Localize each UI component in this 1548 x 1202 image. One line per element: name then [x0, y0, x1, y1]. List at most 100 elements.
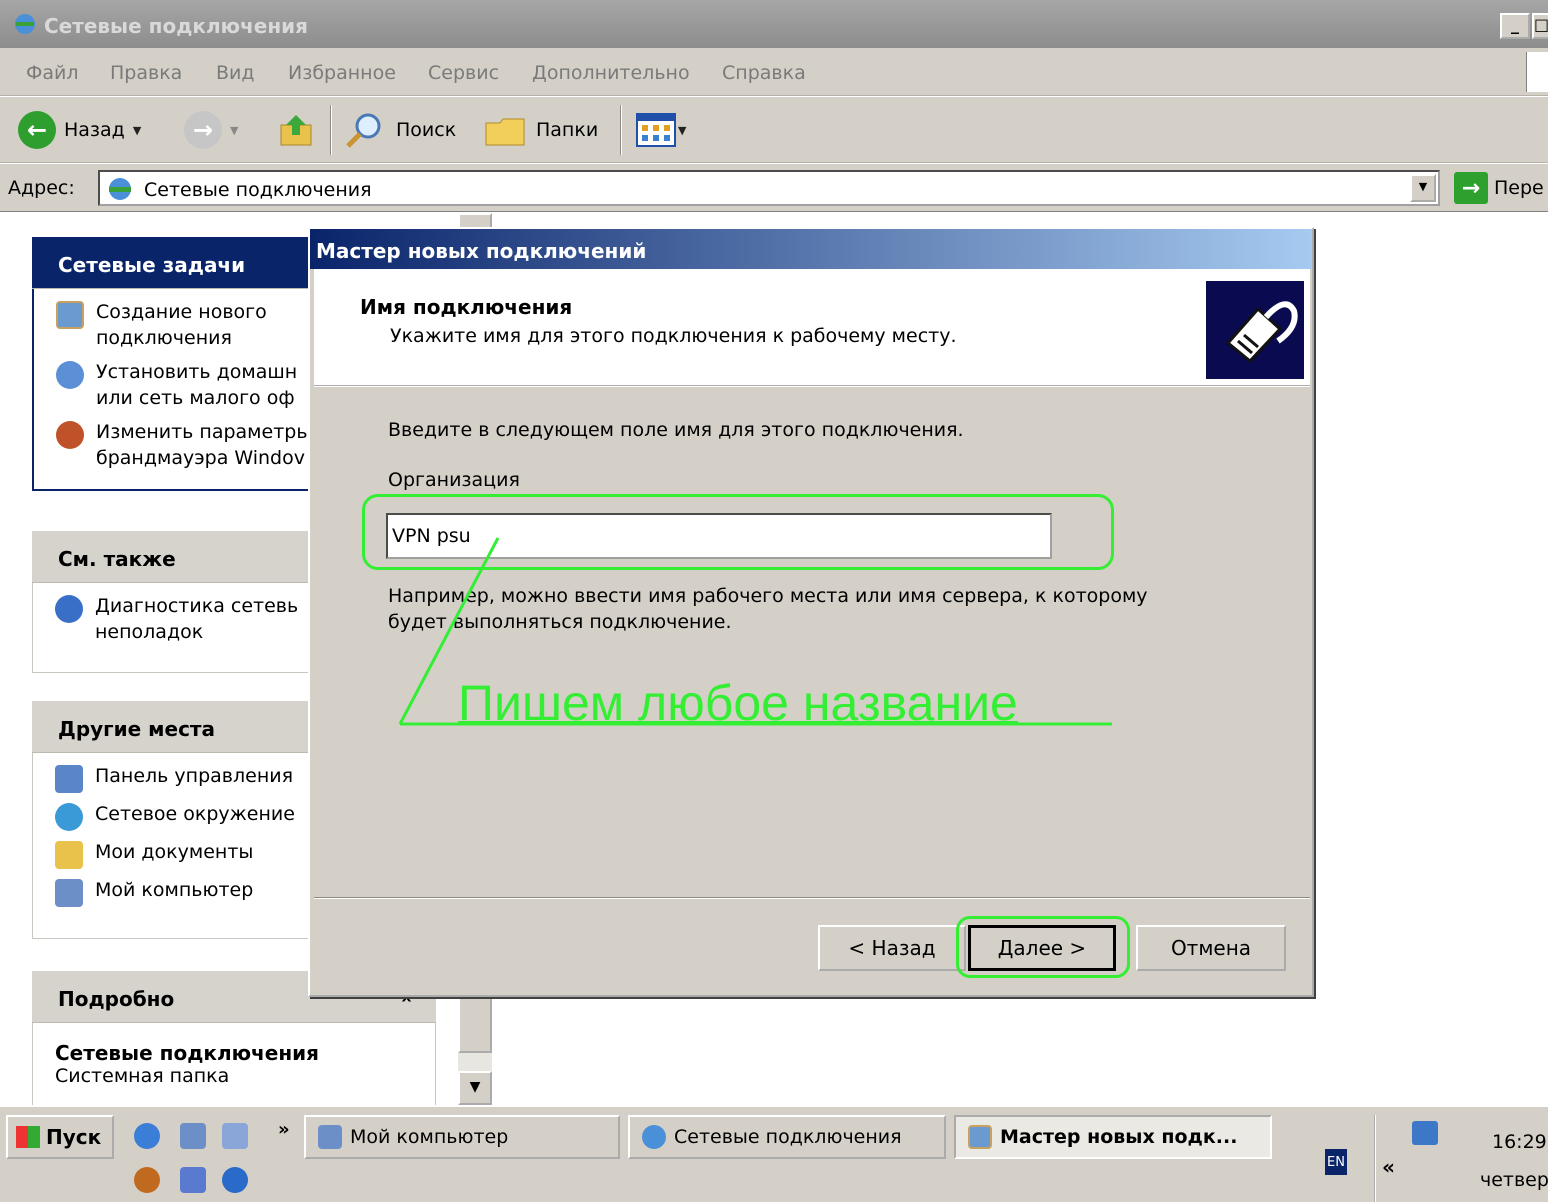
task-label: Создание нового подключения — [96, 301, 267, 349]
address-field[interactable]: Сетевые подключения ▼ — [98, 170, 1440, 206]
up-folder-icon — [280, 115, 312, 146]
back-button[interactable]: < Назад — [818, 925, 966, 971]
details-name: Сетевые подключения — [55, 1041, 320, 1065]
network-plug-icon — [1206, 281, 1304, 379]
task-label: Сетевые подключения — [674, 1126, 902, 1148]
search-button[interactable]: Поиск — [344, 111, 456, 149]
start-label: Пуск — [46, 1125, 102, 1149]
wizard-icon — [968, 1125, 992, 1149]
new-connection-icon — [56, 301, 84, 329]
network-connections-icon — [642, 1125, 666, 1149]
views-button[interactable]: ▼ — [636, 111, 686, 149]
task-connection-wizard[interactable]: Мастер новых подк... — [954, 1115, 1272, 1159]
info-icon — [55, 595, 83, 623]
menu-file[interactable]: Файл — [26, 62, 79, 84]
back-label: Назад — [64, 119, 125, 141]
maximize-button[interactable]: □ — [1532, 13, 1548, 39]
task-network-connections[interactable]: Сетевые подключения — [628, 1115, 946, 1159]
clock-day: четвер — [1480, 1169, 1548, 1191]
window-title: Сетевые подключения — [44, 14, 309, 38]
wizard-header-subtitle: Укажите имя для этого подключения к рабо… — [390, 325, 957, 347]
window-titlebar: Сетевые подключения _ □ — [0, 0, 1548, 48]
my-documents-icon — [55, 841, 83, 869]
toolbar: ← Назад ▼ → ▼ Поиск Папки ▼ — [0, 97, 1548, 163]
place-label: Панель управления — [95, 765, 294, 787]
wizard-header-title: Имя подключения — [360, 295, 573, 319]
up-folder-button[interactable] — [278, 111, 316, 149]
wizard-title: Мастер новых подключений — [316, 239, 647, 263]
toolbar-separator — [620, 105, 622, 155]
search-icon — [346, 113, 381, 148]
quicklaunch-more-icon[interactable]: » — [278, 1119, 290, 1140]
menu-advanced[interactable]: Дополнительно — [532, 62, 690, 84]
toolbar-separator — [330, 105, 332, 155]
menu-bar: Файл Правка Вид Избранное Сервис Дополни… — [0, 48, 1548, 96]
forward-dropdown-icon[interactable]: ▼ — [230, 124, 238, 137]
my-computer-icon — [318, 1125, 342, 1149]
folders-button[interactable]: Папки — [484, 111, 598, 149]
internet-explorer-icon[interactable] — [134, 1123, 160, 1149]
scroll-down-icon[interactable]: ▼ — [458, 1071, 492, 1105]
new-connection-wizard: Мастер новых подключений Имя подключения… — [308, 227, 1314, 997]
wizard-separator — [314, 897, 1310, 899]
network-status-icon[interactable] — [1412, 1121, 1438, 1145]
address-value: Сетевые подключения — [144, 179, 372, 201]
network-connections-icon — [109, 178, 131, 200]
views-dropdown-icon[interactable]: ▼ — [678, 124, 686, 137]
menu-tools[interactable]: Сервис — [428, 62, 499, 84]
place-label: Мой компьютер — [95, 879, 254, 901]
menu-view[interactable]: Вид — [216, 62, 255, 84]
back-button[interactable]: ← Назад ▼ — [18, 111, 141, 149]
details-type: Системная папка — [55, 1065, 230, 1087]
menu-help[interactable]: Справка — [722, 62, 806, 84]
wizard-titlebar: Мастер новых подключений — [310, 229, 1312, 269]
task-label: Мастер новых подк... — [1000, 1126, 1238, 1148]
connection-name-input[interactable] — [386, 513, 1052, 559]
go-button[interactable]: → Пере — [1454, 172, 1544, 204]
address-dropdown-icon[interactable]: ▼ — [1410, 174, 1436, 202]
forward-button[interactable]: → ▼ — [184, 111, 238, 149]
next-button[interactable]: Далее > — [968, 925, 1116, 971]
place-label: Сетевое окружение — [95, 803, 295, 825]
start-button[interactable]: Пуск — [6, 1115, 114, 1159]
media-player-icon[interactable] — [222, 1167, 248, 1193]
tray-expand-icon[interactable]: « — [1382, 1155, 1395, 1179]
my-computer-icon[interactable] — [180, 1123, 206, 1149]
views-icon — [636, 113, 676, 147]
windows-logo-area — [1526, 52, 1548, 92]
network-connections-icon — [15, 14, 35, 34]
go-label: Пере — [1494, 177, 1544, 199]
forward-arrow-icon: → — [184, 111, 222, 149]
notepad-icon[interactable] — [180, 1167, 206, 1193]
address-label: Адрес: — [8, 177, 75, 199]
cancel-button[interactable]: Отмена — [1136, 925, 1286, 971]
connection-name-label: Организация — [388, 469, 520, 491]
panel-details-label: Подробно — [58, 987, 175, 1011]
task-my-computer[interactable]: Мой компьютер — [304, 1115, 620, 1159]
clock-time[interactable]: 16:29 — [1492, 1131, 1547, 1153]
my-computer-icon — [55, 879, 83, 907]
panel-details-body: Сетевые подключения Системная папка — [32, 1023, 436, 1113]
wizard-intro-text: Введите в следующем поле имя для этого п… — [388, 419, 964, 441]
folders-icon — [485, 118, 525, 146]
wizard-header: Имя подключения Укажите имя для этого по… — [314, 269, 1310, 387]
language-indicator[interactable]: EN — [1325, 1149, 1347, 1175]
control-panel-icon — [55, 765, 83, 793]
settings-gear-icon[interactable] — [134, 1167, 160, 1193]
search-label: Поиск — [396, 119, 457, 141]
go-arrow-icon: → — [1454, 172, 1488, 204]
task-label: Изменить параметры брандмауэра Windov — [96, 421, 312, 469]
windows-flag-icon — [16, 1126, 40, 1148]
home-network-icon — [56, 361, 84, 389]
menu-favorites[interactable]: Избранное — [288, 62, 396, 84]
minimize-button[interactable]: _ — [1500, 13, 1530, 39]
place-label: Мои документы — [95, 841, 254, 863]
address-bar: Адрес: Сетевые подключения ▼ → Пере — [0, 164, 1548, 212]
folders-label: Папки — [536, 119, 599, 141]
back-dropdown-icon[interactable]: ▼ — [133, 124, 141, 137]
menu-edit[interactable]: Правка — [110, 62, 182, 84]
task-label: Мой компьютер — [350, 1126, 509, 1148]
quicklaunch-app-icon[interactable] — [222, 1123, 248, 1149]
firewall-icon — [56, 421, 84, 449]
back-arrow-icon: ← — [18, 111, 56, 149]
